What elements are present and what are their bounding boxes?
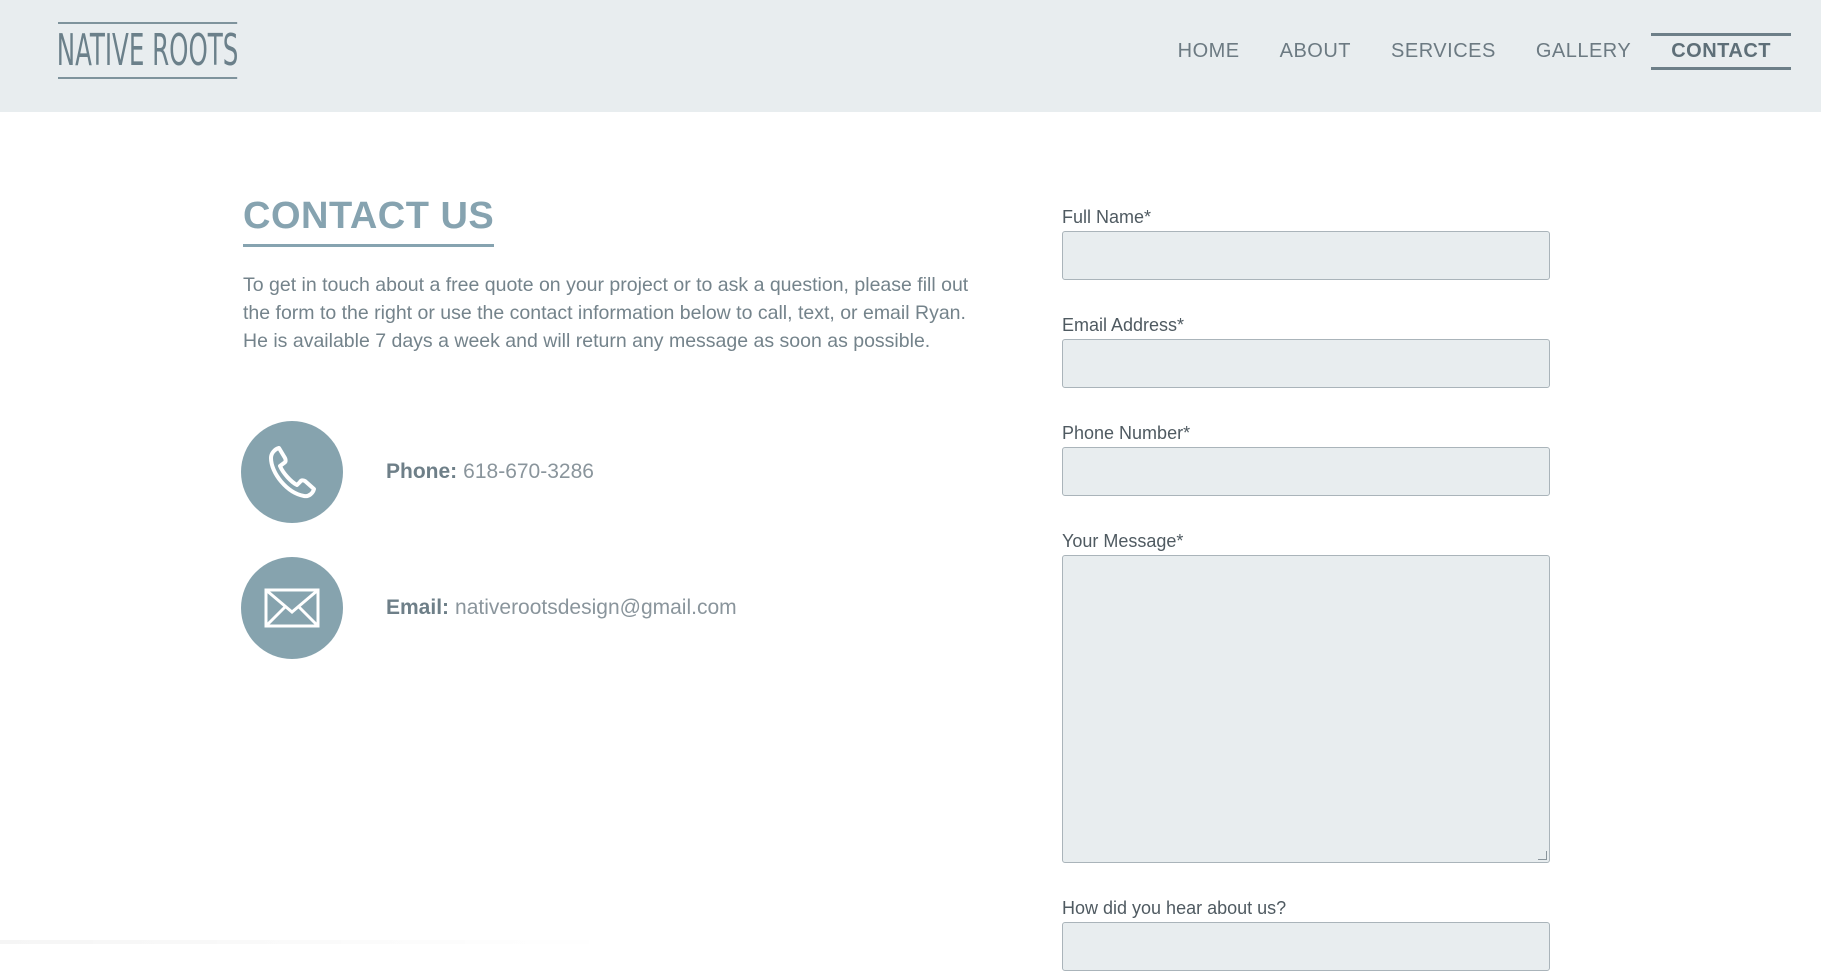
nav-gallery[interactable]: GALLERY	[1516, 33, 1651, 70]
contact-intro-section: CONTACT US To get in touch about a free …	[243, 195, 973, 355]
phone-number-label: Phone Number*	[1062, 423, 1191, 443]
full-name-field[interactable]	[1062, 231, 1550, 280]
main-nav: HOME ABOUT SERVICES GALLERY CONTACT	[1158, 33, 1791, 70]
phone-row: Phone: 618-670-3286	[241, 421, 594, 523]
phone-number[interactable]: 618-670-3286	[463, 460, 594, 483]
resize-handle-icon[interactable]	[1538, 851, 1547, 860]
email-label-field: Email Address*	[1062, 315, 1185, 335]
phone-label: Phone:	[386, 460, 458, 483]
email-field[interactable]	[1062, 339, 1550, 388]
nav-about[interactable]: ABOUT	[1260, 33, 1371, 70]
intro-paragraph: To get in touch about a free quote on yo…	[243, 274, 969, 352]
contact-form: Full Name* Email Address* Phone Number* …	[1062, 205, 1550, 971]
nav-home[interactable]: HOME	[1158, 33, 1260, 70]
envelope-icon	[241, 557, 343, 659]
message-textarea[interactable]	[1062, 555, 1550, 863]
message-label: Your Message*	[1062, 531, 1184, 551]
logo[interactable]: NATIVE ROOTS	[57, 22, 238, 79]
phone-number-field[interactable]	[1062, 447, 1550, 496]
nav-contact[interactable]: CONTACT	[1651, 33, 1791, 70]
email-label: Email:	[386, 596, 450, 619]
email-row: Email: nativerootsdesign@gmail.com	[241, 557, 737, 659]
email-address[interactable]: nativerootsdesign@gmail.com	[455, 596, 737, 619]
full-name-label: Full Name*	[1062, 207, 1152, 227]
page-title: CONTACT US	[243, 195, 495, 247]
phone-info: Phone: 618-670-3286	[386, 460, 594, 484]
referral-field[interactable]	[1062, 922, 1550, 971]
nav-services[interactable]: SERVICES	[1371, 33, 1516, 70]
footer-shadow	[0, 940, 620, 944]
referral-label: How did you hear about us?	[1062, 898, 1287, 918]
email-info: Email: nativerootsdesign@gmail.com	[386, 596, 737, 620]
phone-icon	[241, 421, 343, 523]
site-header: NATIVE ROOTS HOME ABOUT SERVICES GALLERY…	[0, 0, 1821, 112]
